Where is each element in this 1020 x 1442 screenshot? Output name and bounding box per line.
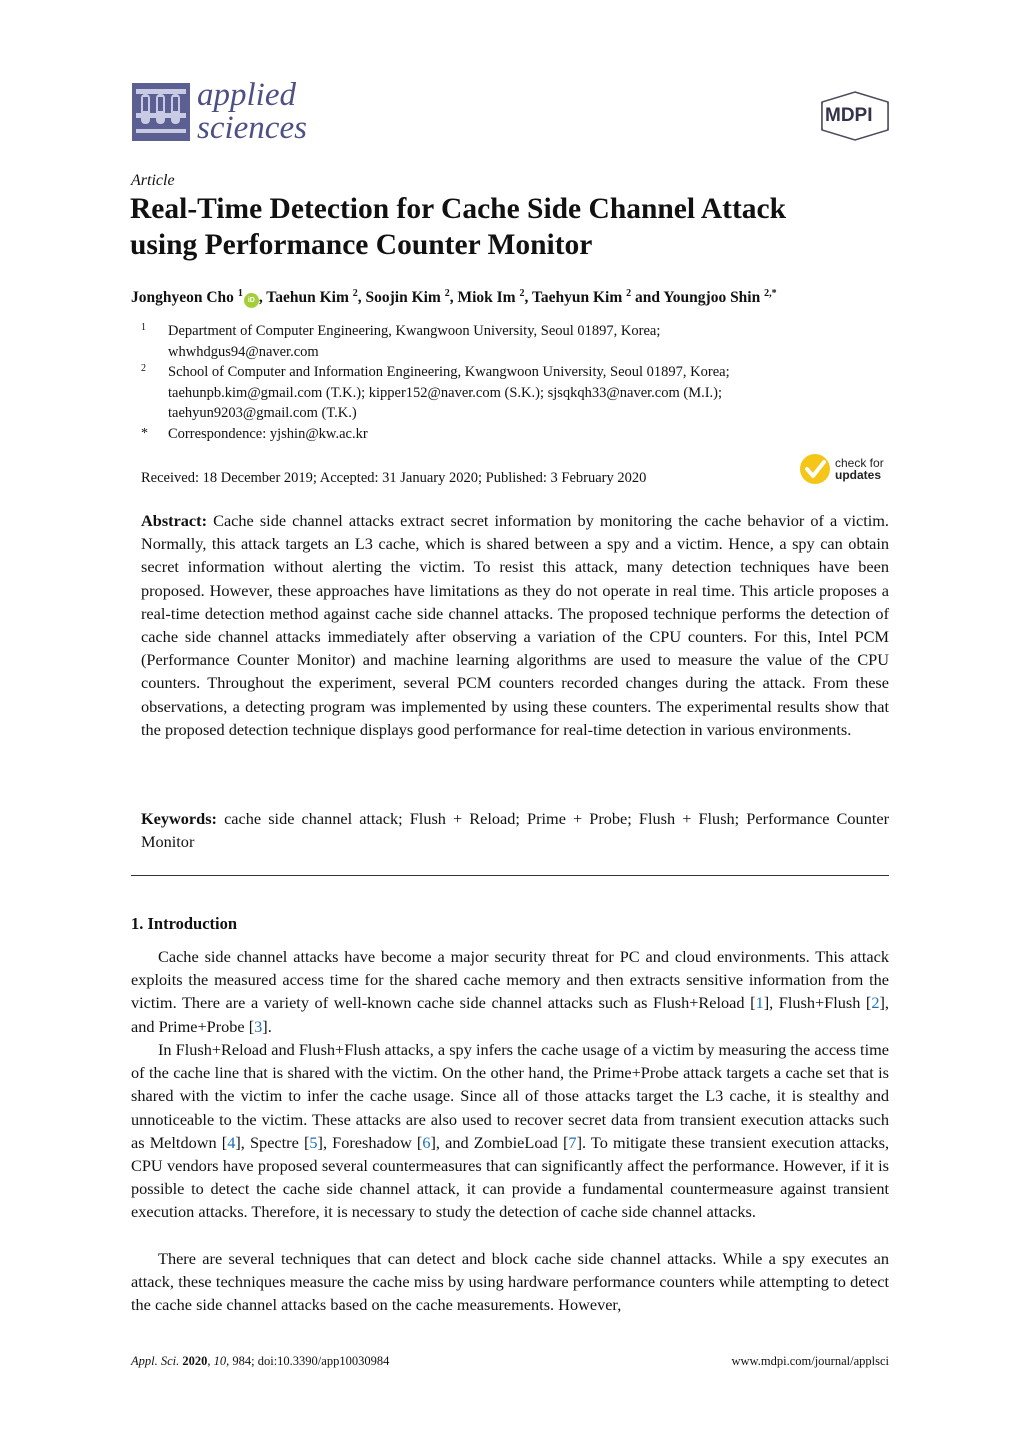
test-tubes-icon xyxy=(132,83,190,141)
footer-year: 2020 xyxy=(182,1354,208,1368)
paper-title: Real-Time Detection for Cache Side Chann… xyxy=(130,191,890,263)
affiliation-mark: 2 xyxy=(141,363,146,374)
affiliation-emails: taehyun9203@gmail.com (T.K.) xyxy=(168,405,357,421)
journal-url[interactable]: www.mdpi.com/journal/applsci xyxy=(732,1354,890,1369)
citation-link[interactable]: 1 xyxy=(756,993,764,1012)
correspondence-line: Correspondence: yjshin@kw.ac.kr xyxy=(168,426,368,442)
citation-link[interactable]: 3 xyxy=(254,1017,262,1036)
intro-paragraph-1: Cache side channel attacks have become a… xyxy=(131,947,889,1036)
check-updates-line2: updates xyxy=(835,468,882,482)
intro-paragraph-2: In Flush+Reload and Flush+Flush attacks,… xyxy=(131,1040,890,1222)
keywords-label: Keywords: xyxy=(141,809,217,828)
citation-footer: Appl. Sci. 2020, 10, 984; doi:10.3390/ap… xyxy=(131,1354,390,1368)
mdpi-logo: MDPI xyxy=(818,90,892,142)
affiliation-emails: taehunpb.kim@gmail.com (T.K.); kipper152… xyxy=(168,384,723,401)
author-affiliation-mark: 2 xyxy=(444,288,450,299)
citation-link[interactable]: 4 xyxy=(227,1133,235,1152)
keywords: Keywords: cache side channel attack; Flu… xyxy=(141,807,889,853)
affiliation-mark: 1 xyxy=(141,322,146,333)
paper-title-line2: using Performance Counter Monitor xyxy=(130,229,593,261)
author-affiliation-mark: 2 xyxy=(519,288,525,299)
author-name: Taehyun Kim xyxy=(531,289,627,306)
author-affiliation-mark: 2,* xyxy=(764,288,777,299)
journal-abbrev: Appl. Sci. xyxy=(131,1354,180,1368)
affiliation-mark: * xyxy=(141,426,148,441)
author-name: Youngjoo Shin xyxy=(663,289,765,306)
author-name: Taehun Kim xyxy=(266,289,353,306)
affiliation-line: School of Computer and Information Engin… xyxy=(168,364,730,380)
journal-logo: applied sciences xyxy=(132,79,310,145)
journal-name: applied sciences xyxy=(197,79,307,145)
intro-paragraph-3: There are several techniques that can de… xyxy=(131,1249,889,1315)
author-list: Jonghyeon Cho 1iD, Taehun Kim 2, Soojin … xyxy=(131,288,777,308)
affiliation-email: whwhdgus94@naver.com xyxy=(168,343,319,360)
author-affiliation-mark: 1 xyxy=(237,288,243,299)
citation-link[interactable]: 6 xyxy=(422,1133,430,1152)
paper-title-line1: Real-Time Detection for Cache Side Chann… xyxy=(130,193,787,225)
article-type: Article xyxy=(131,172,175,189)
author-affiliation-mark: 2 xyxy=(352,288,358,299)
author-name: Soojin Kim xyxy=(365,289,445,306)
author-affiliation-mark: 2 xyxy=(626,288,632,299)
author-name: Miok Im xyxy=(457,289,520,306)
affiliation-line: Department of Computer Engineering, Kwan… xyxy=(168,323,661,339)
publication-dates: Received: 18 December 2019; Accepted: 31… xyxy=(141,470,647,486)
orcid-icon[interactable]: iD xyxy=(243,293,259,308)
mdpi-logo-text: MDPI xyxy=(825,105,873,126)
author-name: Jonghyeon Cho xyxy=(131,289,238,306)
abstract-text: Cache side channel attacks extract secre… xyxy=(141,511,889,739)
abstract-label: Abstract: xyxy=(141,511,208,530)
keywords-text: cache side channel attack; Flush + Reloa… xyxy=(141,809,890,852)
checkmark-icon xyxy=(800,454,830,484)
section-heading: 1. Introduction xyxy=(131,914,238,933)
citation-link[interactable]: 7 xyxy=(568,1133,576,1152)
footer-doi: , 984; doi:10.3390/app10030984 xyxy=(226,1354,390,1368)
check-for-updates-badge[interactable]: check for updates xyxy=(800,454,895,488)
abstract: Abstract: Cache side channel attacks ext… xyxy=(141,509,889,741)
footer-volume: 10 xyxy=(213,1354,227,1368)
journal-name-line1: applied xyxy=(197,77,296,113)
journal-name-line2: sciences xyxy=(197,110,307,146)
citation-link[interactable]: 5 xyxy=(309,1133,317,1152)
citation-link[interactable]: 2 xyxy=(871,993,879,1012)
section-divider xyxy=(131,875,889,876)
